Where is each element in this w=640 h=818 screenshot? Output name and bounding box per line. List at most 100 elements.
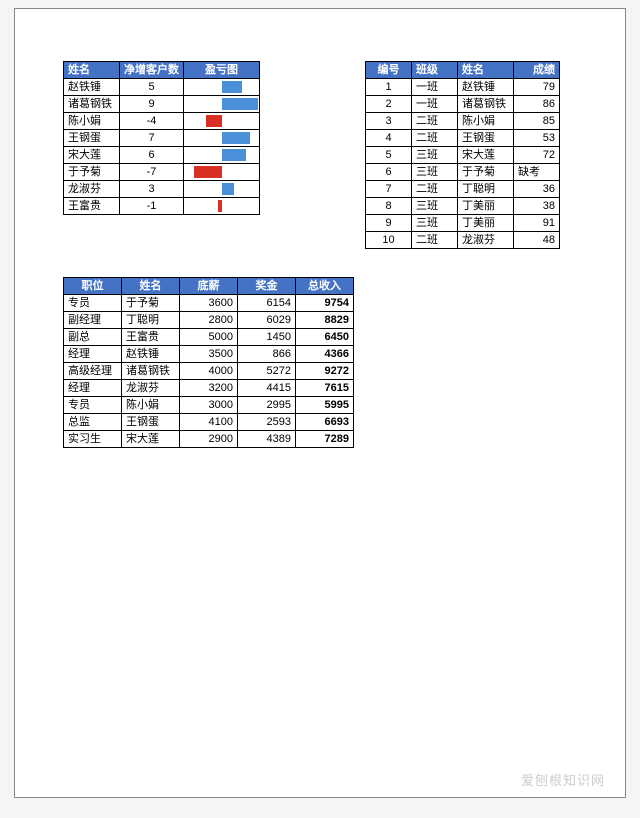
- cell-bar: [184, 147, 260, 164]
- salary-table: 职位 姓名 底薪 奖金 总收入 专员于予菊360061549754副经理丁聪明2…: [63, 277, 354, 448]
- cell: 9: [366, 215, 412, 232]
- cell: 1450: [238, 329, 296, 346]
- cell: 于予菊: [458, 164, 514, 181]
- cell: 4366: [296, 346, 354, 363]
- cell: 赵铁锤: [122, 346, 180, 363]
- cell-bar: [184, 79, 260, 96]
- cell-bar: [184, 130, 260, 147]
- cell: 王富贵: [122, 329, 180, 346]
- cell-name: 王钢蛋: [64, 130, 120, 147]
- table-row: 龙淑芬3: [64, 181, 260, 198]
- cell: 丁聪明: [458, 181, 514, 198]
- table-row: 王钢蛋7: [64, 130, 260, 147]
- cell: 3200: [180, 380, 238, 397]
- cell: 72: [514, 147, 560, 164]
- cell: 宋大莲: [458, 147, 514, 164]
- cell: 实习生: [64, 431, 122, 448]
- cell: 丁聪明: [122, 312, 180, 329]
- cell: 专员: [64, 397, 122, 414]
- cell: 宋大莲: [122, 431, 180, 448]
- table-row: 专员陈小娟300029955995: [64, 397, 354, 414]
- cell: 5995: [296, 397, 354, 414]
- bar-positive: [222, 132, 250, 144]
- cell: 9754: [296, 295, 354, 312]
- cell: 9272: [296, 363, 354, 380]
- document-page: 姓名 净增客户数 盈亏图 赵铁锤5诸葛钢铁9陈小娟-4王钢蛋7宋大莲6于予菊-7…: [14, 8, 626, 798]
- cell: 总监: [64, 414, 122, 431]
- bar-positive: [222, 81, 242, 93]
- cell: 二班: [412, 232, 458, 249]
- table-row: 5三班宋大莲72: [366, 147, 560, 164]
- col-id: 编号: [366, 62, 412, 79]
- cell: 4389: [238, 431, 296, 448]
- cell-value: -1: [120, 198, 184, 215]
- cell: 5000: [180, 329, 238, 346]
- cell: 6450: [296, 329, 354, 346]
- bar-positive: [222, 183, 234, 195]
- col-name: 姓名: [64, 62, 120, 79]
- cell: 2593: [238, 414, 296, 431]
- cell: 王钢蛋: [122, 414, 180, 431]
- cell-value: 7: [120, 130, 184, 147]
- cell: 7289: [296, 431, 354, 448]
- table-row: 经理龙淑芬320044157615: [64, 380, 354, 397]
- cell: 36: [514, 181, 560, 198]
- table-row: 3二班陈小娟85: [366, 113, 560, 130]
- cell: 2: [366, 96, 412, 113]
- cell: 一班: [412, 96, 458, 113]
- cell: 3000: [180, 397, 238, 414]
- col-score: 成绩: [514, 62, 560, 79]
- cell: 丁美丽: [458, 198, 514, 215]
- cell: 10: [366, 232, 412, 249]
- watermark-text: 爱刨根知识网: [521, 770, 605, 789]
- cell: 三班: [412, 147, 458, 164]
- cell: 于予菊: [122, 295, 180, 312]
- cell-name: 宋大莲: [64, 147, 120, 164]
- cell: 高级经理: [64, 363, 122, 380]
- cell: 5: [366, 147, 412, 164]
- cell: 副经理: [64, 312, 122, 329]
- bar-negative: [218, 200, 222, 212]
- cell: 6029: [238, 312, 296, 329]
- cell: 4: [366, 130, 412, 147]
- cell-bar: [184, 181, 260, 198]
- table-row: 于予菊-7: [64, 164, 260, 181]
- cell: 48: [514, 232, 560, 249]
- cell: 陈小娟: [122, 397, 180, 414]
- cell-value: 5: [120, 79, 184, 96]
- cell-name: 王富贵: [64, 198, 120, 215]
- table-row: 宋大莲6: [64, 147, 260, 164]
- bar-positive: [222, 98, 258, 110]
- cell-value: -7: [120, 164, 184, 181]
- cell: 2800: [180, 312, 238, 329]
- cell: 三班: [412, 164, 458, 181]
- cell: 缺考: [514, 164, 560, 181]
- table-row: 10二班龙淑芬48: [366, 232, 560, 249]
- table-row: 4二班王钢蛋53: [366, 130, 560, 147]
- cell-name: 诸葛钢铁: [64, 96, 120, 113]
- cell: 二班: [412, 130, 458, 147]
- cell: 6: [366, 164, 412, 181]
- cell: 8: [366, 198, 412, 215]
- cell: 丁美丽: [458, 215, 514, 232]
- cell-bar: [184, 164, 260, 181]
- winloss-table: 姓名 净增客户数 盈亏图 赵铁锤5诸葛钢铁9陈小娟-4王钢蛋7宋大莲6于予菊-7…: [63, 61, 260, 215]
- cell: 龙淑芬: [458, 232, 514, 249]
- cell: 三班: [412, 215, 458, 232]
- cell: 诸葛钢铁: [122, 363, 180, 380]
- cell-name: 龙淑芬: [64, 181, 120, 198]
- table-row: 6三班于予菊缺考: [366, 164, 560, 181]
- cell: 4415: [238, 380, 296, 397]
- table-row: 9三班丁美丽91: [366, 215, 560, 232]
- cell: 龙淑芬: [122, 380, 180, 397]
- col-class: 班级: [412, 62, 458, 79]
- cell: 86: [514, 96, 560, 113]
- cell: 7615: [296, 380, 354, 397]
- bar-negative: [206, 115, 222, 127]
- cell: 38: [514, 198, 560, 215]
- cell: 866: [238, 346, 296, 363]
- cell: 三班: [412, 198, 458, 215]
- cell: 6154: [238, 295, 296, 312]
- table-row: 副总王富贵500014506450: [64, 329, 354, 346]
- cell: 85: [514, 113, 560, 130]
